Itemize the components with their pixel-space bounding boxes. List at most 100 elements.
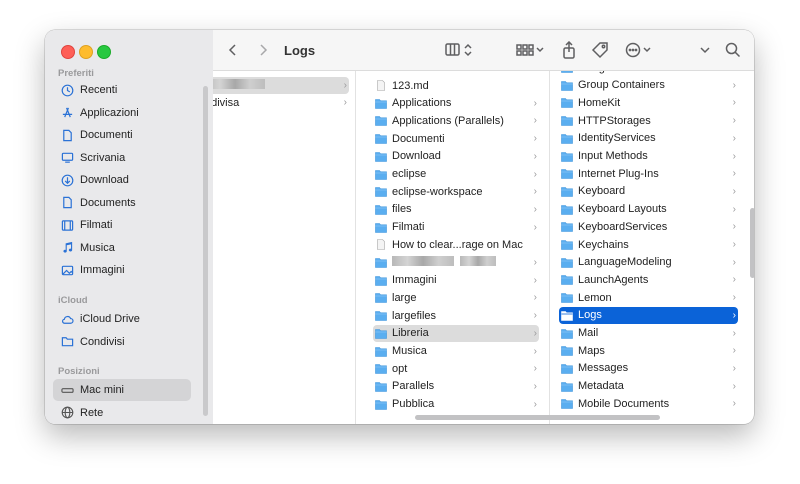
list-item[interactable]: Pubblica › xyxy=(373,396,539,413)
list-item[interactable]: Group Containers › xyxy=(559,77,738,94)
list-item[interactable]: Applications (Parallels) › xyxy=(373,112,539,129)
sidebar-item-recenti[interactable]: Recenti xyxy=(53,79,191,101)
chevron-right-icon: › xyxy=(533,398,537,410)
folder-icon xyxy=(561,71,573,73)
list-item[interactable]: Input Methods › xyxy=(559,148,738,165)
chevron-right-icon: › xyxy=(732,168,736,180)
folder-icon xyxy=(375,346,387,357)
list-item[interactable]: LanguageModeling › xyxy=(559,254,738,271)
sidebar-item-rete[interactable]: Rete xyxy=(53,402,191,424)
list-item[interactable]: Download › xyxy=(373,148,539,165)
list-item[interactable]: Libreria › xyxy=(373,324,539,342)
list-item[interactable]: Lemon › xyxy=(559,289,738,306)
list-item[interactable]: › xyxy=(213,77,349,94)
folder-icon xyxy=(375,328,387,339)
list-item[interactable]: eclipse-workspace › xyxy=(373,183,539,200)
sidebar-item-documenti[interactable]: Documenti xyxy=(53,124,191,146)
list-item[interactable]: Keyboard › xyxy=(559,183,738,200)
sidebar-item-musica[interactable]: Musica xyxy=(53,237,191,259)
item-label: Lemon xyxy=(578,291,612,304)
list-item[interactable]: Messages › xyxy=(559,360,738,377)
minimize-button[interactable] xyxy=(79,45,93,59)
list-item[interactable]: eclipse › xyxy=(373,166,539,183)
list-item[interactable]: How to clear...rage on Mac xyxy=(373,236,539,253)
list-item[interactable]: HomeKit › xyxy=(559,94,738,111)
sidebar-item-immagini[interactable]: Immagini xyxy=(53,259,191,281)
list-item[interactable]: Logs › xyxy=(559,306,738,324)
column-2: 123.md Applications › Applications (Paralle… xyxy=(365,71,550,424)
list-item[interactable]: ndivisa› xyxy=(213,94,349,111)
folder-icon xyxy=(375,151,387,162)
toolbar: Logs xyxy=(213,30,754,71)
list-item[interactable]: Metadata › xyxy=(559,378,738,395)
forward-button[interactable] xyxy=(257,40,269,60)
file-icon xyxy=(377,80,385,91)
document-icon xyxy=(60,128,74,142)
close-button[interactable] xyxy=(61,45,75,59)
sidebar: Preferiti Recenti Applicazioni Documenti Sc… xyxy=(45,30,214,424)
tags-button[interactable] xyxy=(591,40,609,60)
list-item[interactable]: 123.md xyxy=(373,77,539,94)
list-item[interactable]: Maps › xyxy=(559,342,738,359)
list-item[interactable]: Mobile Documents › xyxy=(559,395,738,412)
list-item[interactable]: Keychains › xyxy=(559,236,738,253)
list-item[interactable]: KeyboardServices › xyxy=(559,218,738,235)
item-label: LaunchAgents xyxy=(578,273,649,286)
item-label: Group Containers xyxy=(578,79,665,92)
list-item[interactable]: Parallels › xyxy=(373,378,539,395)
list-item[interactable]: IdentityServices › xyxy=(559,130,738,147)
chevron-right-icon: › xyxy=(533,150,537,162)
folder-icon xyxy=(561,275,573,286)
back-button[interactable] xyxy=(227,40,239,60)
list-item[interactable]: Applications › xyxy=(373,95,539,112)
item-label: 123.md xyxy=(392,79,429,92)
window-scrollbar-horizontal[interactable] xyxy=(415,415,660,420)
window-scrollbar-vertical[interactable] xyxy=(750,208,754,278)
sidebar-item-download[interactable]: Download xyxy=(53,169,191,191)
sidebar-item-applicazioni[interactable]: Applicazioni xyxy=(53,102,191,124)
actions-button[interactable] xyxy=(625,40,655,60)
chevron-right-icon: › xyxy=(533,203,537,215)
search-icon xyxy=(725,42,741,58)
list-item[interactable]: Google› xyxy=(559,71,738,76)
sidebar-scrollbar[interactable] xyxy=(203,86,208,416)
list-item[interactable]: large › xyxy=(373,289,539,306)
chevron-right-icon: › xyxy=(533,133,537,145)
zoom-button[interactable] xyxy=(97,45,111,59)
share-button[interactable] xyxy=(562,40,576,60)
sidebar-item-condivisi[interactable]: Condivisi xyxy=(53,331,191,353)
sidebar-item-documents[interactable]: Documents xyxy=(53,192,191,214)
group-button[interactable] xyxy=(516,40,546,60)
chevron-right-icon: › xyxy=(533,310,537,322)
list-item[interactable]: Internet Plug-Ins › xyxy=(559,165,738,182)
sidebar-item-icloud-drive[interactable]: iCloud Drive xyxy=(53,308,191,330)
folder-icon xyxy=(561,310,573,321)
list-item[interactable]: › xyxy=(373,254,539,271)
list-item[interactable]: opt › xyxy=(373,360,539,377)
list-item[interactable]: files › xyxy=(373,201,539,218)
list-item[interactable]: LaunchAgents › xyxy=(559,271,738,288)
sidebar-section-icloud: iCloud xyxy=(58,295,88,306)
folder-icon xyxy=(375,293,387,304)
list-item[interactable]: Documenti › xyxy=(373,130,539,147)
item-label: Libreria xyxy=(392,327,429,340)
list-item[interactable]: Immagini › xyxy=(373,272,539,289)
list-item[interactable]: largefiles › xyxy=(373,307,539,324)
item-label: Logs xyxy=(578,309,602,322)
list-item[interactable]: Mail › xyxy=(559,325,738,342)
search-button[interactable] xyxy=(725,40,741,60)
item-label: Keyboard Layouts xyxy=(578,203,667,216)
more-toolbar-button[interactable] xyxy=(699,40,711,60)
finder-window: Preferiti Recenti Applicazioni Documenti Sc… xyxy=(45,30,754,424)
list-item[interactable]: Filmati › xyxy=(373,219,539,236)
sidebar-item-scrivania[interactable]: Scrivania xyxy=(53,147,191,169)
list-item[interactable]: Keyboard Layouts › xyxy=(559,201,738,218)
sidebar-item-mac-mini[interactable]: Mac mini xyxy=(53,379,191,401)
item-label: IdentityServices xyxy=(578,132,656,145)
item-label: large xyxy=(392,291,417,304)
sidebar-item-filmati[interactable]: Filmati xyxy=(53,214,191,236)
folder-icon xyxy=(561,328,573,339)
list-item[interactable]: HTTPStorages › xyxy=(559,112,738,129)
view-mode-button[interactable] xyxy=(445,40,475,60)
list-item[interactable]: Musica › xyxy=(373,343,539,360)
